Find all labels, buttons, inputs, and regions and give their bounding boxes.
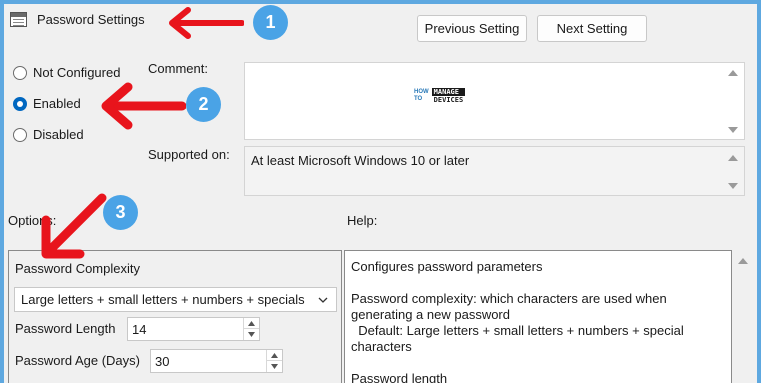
spin-up-icon[interactable] bbox=[244, 318, 259, 329]
spin-up-icon[interactable] bbox=[267, 350, 282, 361]
radio-label: Enabled bbox=[33, 96, 81, 111]
step-badge-3: 3 bbox=[103, 195, 138, 230]
radio-circle[interactable] bbox=[13, 65, 27, 80]
help-line: characters bbox=[351, 339, 412, 354]
help-line: generating a new password bbox=[351, 307, 510, 322]
help-text: Configures password parameters Password … bbox=[351, 259, 731, 383]
step-badge-1: 1 bbox=[253, 5, 288, 40]
help-label: Help: bbox=[347, 213, 378, 228]
policy-setting-icon bbox=[10, 12, 27, 27]
radio-label: Disabled bbox=[33, 127, 84, 142]
policy-settings-window: Password Settings Previous Setting Next … bbox=[4, 4, 757, 383]
radio-circle-selected[interactable] bbox=[13, 96, 27, 111]
dropdown-value: Large letters + small letters + numbers … bbox=[21, 292, 305, 307]
password-age-label: Password Age (Days) bbox=[15, 353, 140, 368]
scroll-up-icon[interactable] bbox=[738, 258, 748, 264]
red-arrow-left-icon bbox=[101, 82, 186, 130]
next-setting-button[interactable]: Next Setting bbox=[537, 15, 647, 42]
help-line: Password complexity: which characters ar… bbox=[351, 291, 667, 306]
step-badge-2: 2 bbox=[186, 87, 221, 122]
previous-setting-button[interactable]: Previous Setting bbox=[417, 15, 527, 42]
help-text-panel: Configures password parameters Password … bbox=[344, 250, 732, 383]
red-arrow-left-icon bbox=[169, 7, 244, 39]
comment-textarea[interactable]: HOW TO MANAGE DEVICES bbox=[244, 62, 745, 140]
scroll-down-icon[interactable] bbox=[728, 183, 738, 189]
spinner-buttons bbox=[243, 318, 259, 340]
spin-down-icon[interactable] bbox=[244, 329, 259, 340]
watermark-how: HOW bbox=[414, 89, 429, 95]
supported-on-field: At least Microsoft Windows 10 or later bbox=[244, 146, 745, 196]
help-line: Configures password parameters bbox=[351, 259, 543, 274]
chevron-down-icon[interactable] bbox=[318, 296, 328, 304]
supported-on-label: Supported on: bbox=[148, 147, 230, 162]
watermark-manage: MANAGE bbox=[431, 88, 466, 96]
radio-circle[interactable] bbox=[13, 127, 27, 142]
spinner-value: 14 bbox=[132, 321, 147, 337]
window-title: Password Settings bbox=[37, 12, 145, 27]
radio-label: Not Configured bbox=[33, 65, 121, 80]
red-arrow-down-left-icon bbox=[41, 193, 107, 259]
watermark-to: TO bbox=[414, 96, 423, 102]
spinner-buttons bbox=[266, 350, 282, 372]
password-length-spinner[interactable]: 14 bbox=[127, 317, 260, 341]
how-to-manage-devices-watermark: HOW TO MANAGE DEVICES bbox=[414, 88, 466, 104]
spinner-value: 30 bbox=[155, 353, 170, 369]
radio-enabled[interactable]: Enabled bbox=[13, 96, 81, 111]
comment-label: Comment: bbox=[148, 61, 208, 76]
scroll-up-icon[interactable] bbox=[728, 70, 738, 76]
watermark-devices: DEVICES bbox=[433, 96, 464, 104]
password-length-label: Password Length bbox=[15, 321, 116, 336]
supported-on-value: At least Microsoft Windows 10 or later bbox=[251, 153, 470, 168]
radio-disabled[interactable]: Disabled bbox=[13, 127, 84, 142]
password-complexity-dropdown[interactable]: Large letters + small letters + numbers … bbox=[14, 287, 337, 312]
spin-down-icon[interactable] bbox=[267, 361, 282, 372]
scroll-down-icon[interactable] bbox=[728, 127, 738, 133]
help-line: Password length bbox=[351, 371, 448, 383]
radio-not-configured[interactable]: Not Configured bbox=[13, 65, 120, 80]
scroll-up-icon[interactable] bbox=[728, 155, 738, 161]
help-line: Default: Large letters + small letters +… bbox=[351, 323, 684, 338]
password-age-spinner[interactable]: 30 bbox=[150, 349, 283, 373]
